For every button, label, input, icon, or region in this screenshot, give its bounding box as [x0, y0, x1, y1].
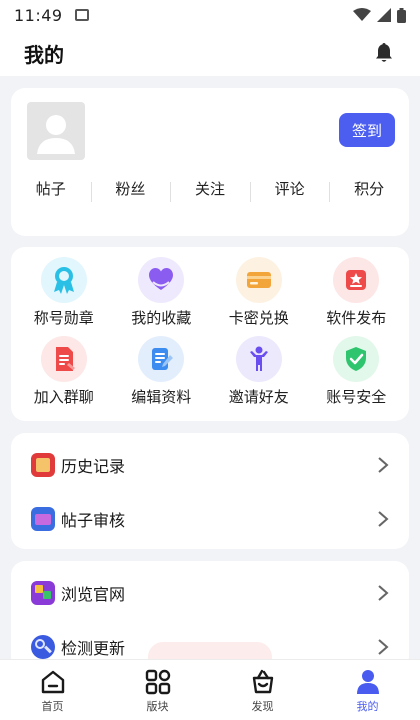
profile-card: 签到 帖子 粉丝 关注 评论 积分 [11, 88, 409, 236]
tab-sections[interactable]: 版块 [105, 660, 210, 720]
grid-item-label: 我的收藏 [131, 309, 192, 327]
history-icon [31, 453, 55, 477]
grid-item-label: 编辑资料 [131, 388, 192, 406]
grid-item-account-security[interactable]: 账号安全 [308, 336, 406, 407]
website-icon [31, 581, 55, 605]
grid-item-label: 加入群聊 [33, 388, 94, 406]
tab-discover[interactable]: 发现 [210, 660, 315, 720]
person-icon [235, 336, 282, 382]
grid-icon [145, 669, 170, 695]
tab-label: 我的 [356, 700, 379, 713]
grid-item-edit-profile[interactable]: 编辑资料 [113, 336, 211, 407]
shield-check-icon [333, 336, 380, 382]
update-icon [31, 635, 55, 659]
grid-item-medals[interactable]: 称号勋章 [15, 257, 113, 328]
checkin-button[interactable]: 签到 [339, 113, 395, 147]
chevron-right-icon [378, 639, 389, 655]
bottom-tab-bar: 首页 版块 发现 我的 [0, 659, 420, 720]
medal-icon [40, 257, 87, 303]
grid-item-card-redeem[interactable]: 卡密兑换 [210, 257, 308, 328]
status-icons [353, 7, 406, 23]
grid-item-label: 卡密兑换 [228, 309, 289, 327]
signal-icon [377, 8, 391, 22]
gallery-notification-icon [74, 9, 89, 21]
stat-following[interactable]: 关注 [170, 178, 250, 202]
discover-icon [252, 669, 273, 694]
tab-home[interactable]: 首页 [0, 660, 105, 720]
app-publish-icon [333, 257, 380, 303]
card-icon [235, 257, 282, 303]
battery-icon [397, 7, 406, 23]
home-icon [41, 670, 64, 694]
grid-item-publish-app[interactable]: 软件发布 [308, 257, 406, 328]
bell-icon[interactable] [372, 41, 396, 65]
list-item-label: 历史记录 [61, 457, 126, 476]
grid-item-label: 称号勋章 [33, 309, 94, 327]
chevron-right-icon [378, 511, 389, 527]
grid-item-favorites[interactable]: 我的收藏 [113, 257, 211, 328]
default-avatar-icon [37, 115, 75, 154]
list-item-website[interactable]: 浏览官网 [11, 568, 409, 618]
stat-fans[interactable]: 粉丝 [90, 178, 171, 202]
grid-item-join-group[interactable]: 加入群聊 [15, 336, 113, 407]
feature-grid-card: 称号勋章 我的收藏 卡密兑换 软件发布 加入群聊 编辑资料 邀请好友 账号安全 [11, 247, 409, 421]
grid-item-label: 软件发布 [326, 309, 387, 327]
review-icon [31, 507, 55, 531]
chevron-right-icon [378, 585, 389, 601]
stat-posts[interactable]: 帖子 [11, 178, 91, 199]
status-bar: 11:49 [0, 0, 420, 30]
avatar[interactable] [27, 102, 85, 160]
list-item-post-review[interactable]: 帖子审核 [11, 494, 409, 544]
stat-comments[interactable]: 评论 [249, 178, 330, 202]
list-item-label: 浏览官网 [61, 585, 126, 604]
grid-item-label: 账号安全 [326, 388, 387, 406]
grid-item-label: 邀请好友 [228, 388, 289, 406]
profile-stats: 帖子 粉丝 关注 评论 积分 [11, 174, 409, 202]
tab-label: 首页 [41, 700, 64, 713]
document-icon [40, 336, 87, 382]
wifi-icon [353, 8, 371, 21]
feature-grid: 称号勋章 我的收藏 卡密兑换 软件发布 加入群聊 编辑资料 邀请好友 账号安全 [15, 257, 405, 407]
user-icon [356, 670, 379, 694]
list-item-label: 帖子审核 [61, 511, 126, 530]
tab-label: 版块 [146, 700, 169, 713]
list-item-label: 检测更新 [61, 639, 126, 658]
status-time: 11:49 [14, 5, 63, 25]
tab-mine[interactable]: 我的 [315, 660, 420, 720]
chevron-right-icon [378, 457, 389, 473]
page-title: 我的 [24, 42, 64, 67]
tab-label: 发现 [251, 700, 274, 713]
list-item-history[interactable]: 历史记录 [11, 440, 409, 490]
grid-item-invite-friends[interactable]: 邀请好友 [210, 336, 308, 407]
stat-points[interactable]: 积分 [329, 178, 409, 202]
heart-icon [138, 257, 185, 303]
list-card-history: 历史记录 帖子审核 [11, 433, 409, 549]
page-header: 我的 [0, 30, 420, 76]
edit-icon [138, 336, 185, 382]
